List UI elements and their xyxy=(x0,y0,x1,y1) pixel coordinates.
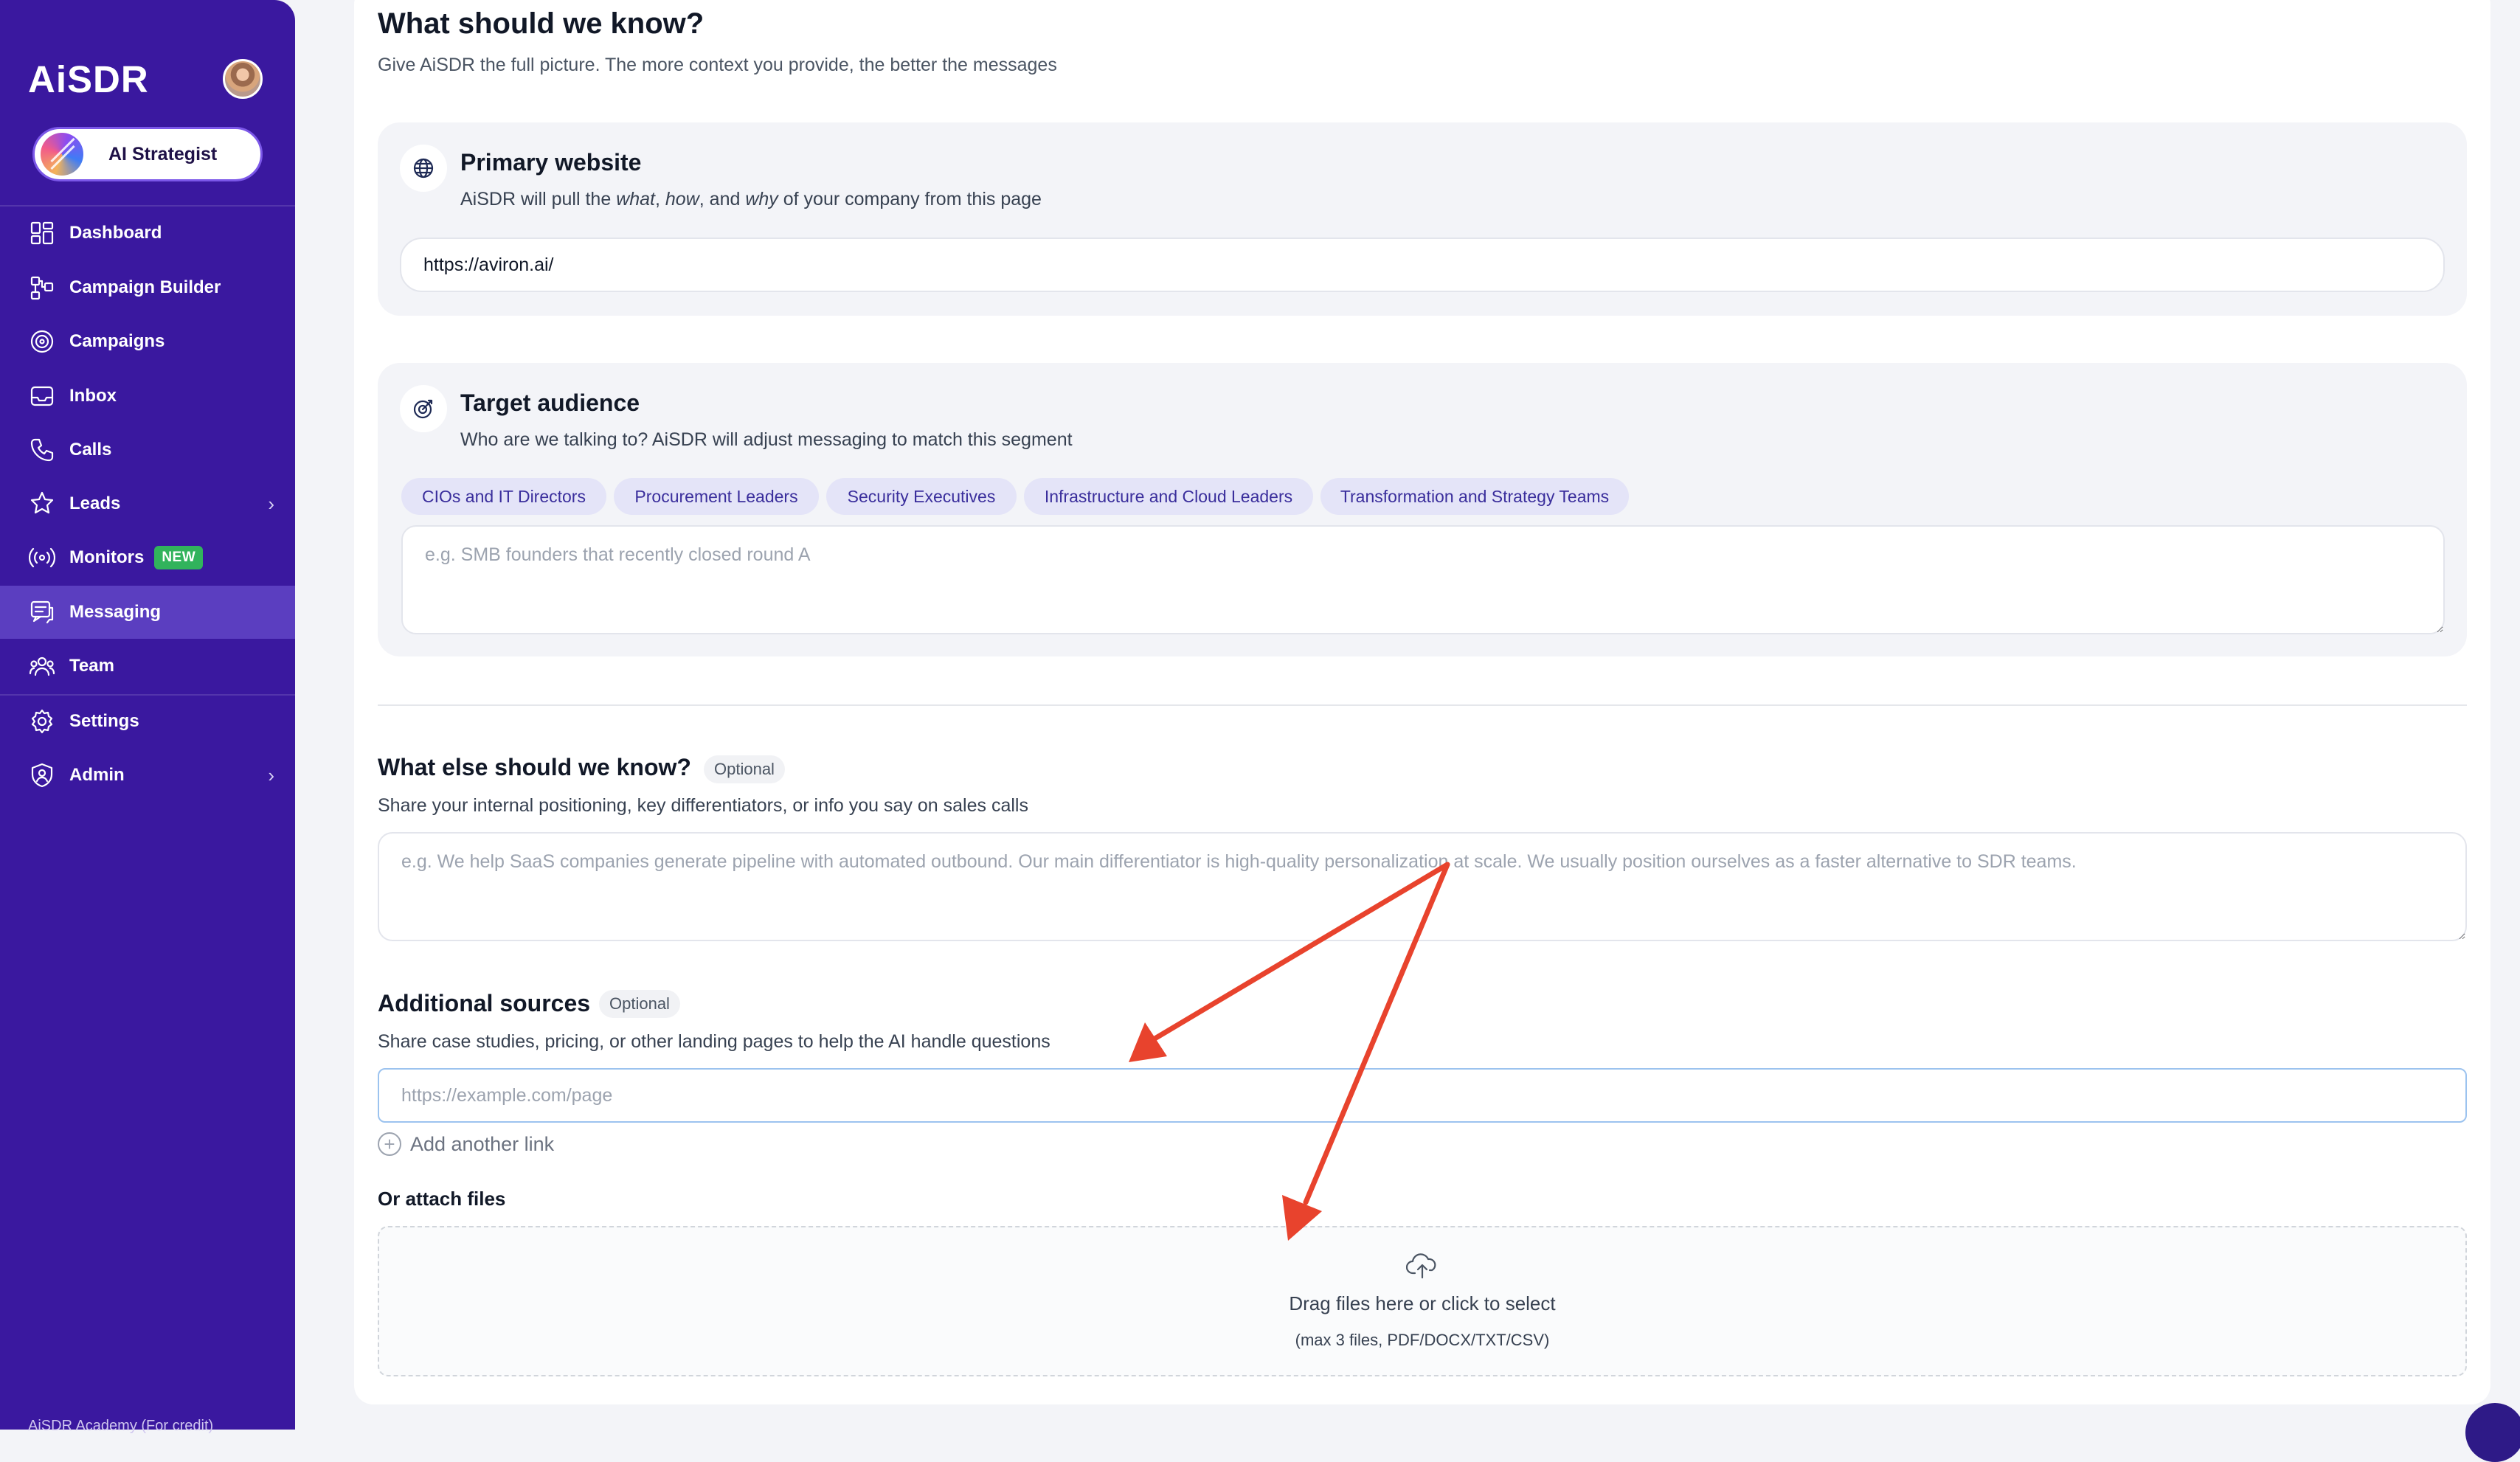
audience-chip[interactable]: Security Executives xyxy=(826,478,1017,515)
brand-logo[interactable]: AiSDR xyxy=(28,58,149,101)
target-audience-textarea[interactable] xyxy=(401,525,2445,634)
upload-cloud-icon xyxy=(1405,1251,1439,1281)
inbox-icon xyxy=(28,382,56,410)
sidebar-item-label: Messaging xyxy=(69,602,162,622)
campaign-builder-icon xyxy=(28,274,56,302)
sidebar-item-campaigns[interactable]: Campaigns xyxy=(0,315,295,368)
sidebar-item-label: Dashboard xyxy=(69,223,162,243)
target-icon xyxy=(28,328,56,356)
audience-chip[interactable]: CIOs and IT Directors xyxy=(401,478,606,515)
help-chat-bubble[interactable] xyxy=(2465,1403,2520,1462)
plus-circle-icon: + xyxy=(378,1132,401,1156)
sidebar-item-campaign-builder[interactable]: Campaign Builder xyxy=(0,261,295,314)
star-user-icon xyxy=(28,490,56,518)
ai-strategist-label: AI Strategist xyxy=(108,143,218,164)
sidebar-item-calls[interactable]: Calls xyxy=(0,423,295,477)
optional-badge: Optional xyxy=(599,990,680,1018)
chevron-right-icon: › xyxy=(268,492,274,515)
user-avatar[interactable] xyxy=(223,59,263,99)
chat-icon xyxy=(28,598,56,626)
primary-website-panel: Primary website AiSDR will pull the what… xyxy=(378,122,2467,316)
audience-chip[interactable]: Procurement Leaders xyxy=(614,478,819,515)
what-else-title: What else should we know? xyxy=(378,754,691,780)
sidebar-item-label: Team xyxy=(69,656,114,676)
audience-chip[interactable]: Infrastructure and Cloud Leaders xyxy=(1024,478,1313,515)
sidebar-item-dashboard[interactable]: Dashboard xyxy=(0,207,295,260)
target-audience-subtitle: Who are we talking to? AiSDR will adjust… xyxy=(460,429,1073,450)
audience-chip[interactable]: Transformation and Strategy Teams xyxy=(1320,478,1629,515)
additional-sources-subtitle: Share case studies, pricing, or other la… xyxy=(378,1031,1050,1052)
primary-website-title: Primary website xyxy=(460,149,642,176)
dropzone-text: Drag files here or click to select xyxy=(1289,1292,1556,1314)
sidebar-item-label: Calls xyxy=(69,440,112,460)
add-another-link-button[interactable]: + Add another link xyxy=(378,1132,554,1156)
attach-files-label: Or attach files xyxy=(378,1188,506,1210)
sidebar-footer-link[interactable]: AiSDR Academy (For credit) xyxy=(28,1418,213,1435)
section-divider xyxy=(378,704,2467,706)
sidebar-item-messaging[interactable]: Messaging xyxy=(0,586,295,639)
additional-source-url-input[interactable] xyxy=(378,1068,2467,1123)
sidebar-item-team[interactable]: Team xyxy=(0,640,295,693)
sidebar-item-admin[interactable]: Admin › xyxy=(0,749,295,802)
sidebar-item-settings[interactable]: Settings xyxy=(0,695,295,748)
additional-sources-title: Additional sources xyxy=(378,990,591,1016)
target-arrow-icon xyxy=(400,385,447,432)
sidebar-item-label: Campaigns xyxy=(69,331,165,351)
sidebar-item-label: Admin xyxy=(69,765,125,785)
new-badge: NEW xyxy=(154,546,204,569)
phone-icon xyxy=(28,436,56,464)
page-subtitle: Give AiSDR the full picture. The more co… xyxy=(378,55,1057,75)
dropzone-hint: (max 3 files, PDF/DOCX/TXT/CSV) xyxy=(1295,1331,1550,1349)
primary-website-subtitle: AiSDR will pull the what, how, and why o… xyxy=(460,189,1042,209)
sidebar-item-monitors[interactable]: Monitors NEW xyxy=(0,531,295,584)
strategist-orb-icon xyxy=(41,133,83,176)
sidebar-item-label: Settings xyxy=(69,711,139,731)
gear-icon xyxy=(28,707,56,735)
globe-icon xyxy=(400,145,447,192)
what-else-subtitle: Share your internal positioning, key dif… xyxy=(378,795,1028,816)
team-icon xyxy=(28,652,56,680)
ai-strategist-button[interactable]: AI Strategist xyxy=(32,127,263,181)
chevron-right-icon: › xyxy=(268,763,274,786)
page-title: What should we know? xyxy=(378,7,705,40)
shield-user-icon xyxy=(28,761,56,789)
dashboard-icon xyxy=(28,219,56,247)
sidebar-item-label: Inbox xyxy=(69,386,117,406)
primary-website-input[interactable] xyxy=(400,238,2445,292)
sidebar-item-inbox[interactable]: Inbox xyxy=(0,370,295,423)
sidebar-item-label: Campaign Builder xyxy=(69,277,221,297)
sidebar-item-label: Leads xyxy=(69,493,121,513)
file-dropzone[interactable]: Drag files here or click to select (max … xyxy=(378,1226,2467,1376)
optional-badge: Optional xyxy=(704,755,785,783)
sidebar: AiSDR AI Strategist Dashboard Campaign B… xyxy=(0,0,295,1434)
add-another-link-label: Add another link xyxy=(410,1132,555,1155)
target-audience-title: Target audience xyxy=(460,389,640,416)
broadcast-icon xyxy=(28,544,56,572)
what-else-textarea[interactable] xyxy=(378,832,2467,941)
sidebar-item-label: Monitors xyxy=(69,547,145,567)
sidebar-item-leads[interactable]: Leads › xyxy=(0,477,295,530)
